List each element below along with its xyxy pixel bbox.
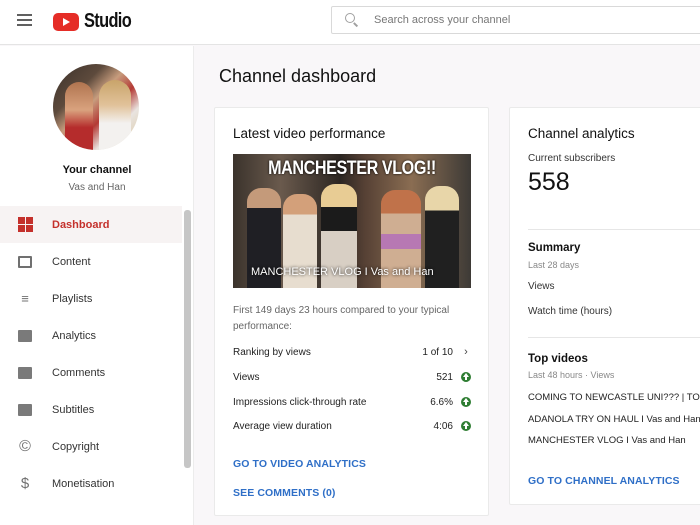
sidebar-scrollbar[interactable] bbox=[184, 210, 191, 468]
video-thumbnail[interactable]: MANCHESTER VLOG!! MANCHESTER VLOG I Vas … bbox=[233, 154, 471, 288]
sidebar-item-monetisation[interactable]: $ Monetisation bbox=[0, 465, 182, 502]
sidebar-item-playlists[interactable]: ≡ Playlists bbox=[0, 280, 182, 317]
dollar-icon: $ bbox=[20, 475, 30, 492]
sidebar-item-label: Playlists bbox=[52, 292, 93, 305]
thumbnail-overlay-text: MANCHESTER VLOG!! bbox=[268, 158, 436, 179]
arrow-up-icon bbox=[461, 397, 471, 407]
top-videos-period: Last 48 hours · Views bbox=[528, 370, 615, 380]
metric-avg-duration: Average view duration 4:06 bbox=[233, 417, 471, 435]
divider bbox=[528, 229, 700, 230]
metric-value: 1 of 10 bbox=[422, 346, 453, 358]
playlists-icon: ≡ bbox=[21, 291, 29, 306]
subscribers-count: 558 bbox=[528, 168, 570, 196]
comments-icon bbox=[17, 365, 33, 381]
your-channel-label: Your channel bbox=[62, 164, 132, 176]
metric-label: Average view duration bbox=[233, 420, 332, 432]
arrow-up-icon bbox=[461, 421, 471, 431]
copyright-icon: © bbox=[19, 437, 31, 455]
sidebar: Your channel Vas and Han Dashboard Conte… bbox=[0, 46, 194, 525]
latest-video-card: Latest video performance MANCHESTER VLOG… bbox=[214, 107, 489, 516]
go-to-channel-analytics-link[interactable]: GO TO CHANNEL ANALYTICS bbox=[528, 475, 680, 487]
subscribers-label: Current subscribers bbox=[528, 153, 616, 164]
search-icon bbox=[345, 13, 359, 27]
arrow-up-icon bbox=[461, 372, 471, 382]
sidebar-item-label: Dashboard bbox=[52, 218, 110, 231]
subtitles-icon bbox=[17, 402, 33, 418]
search-box[interactable] bbox=[331, 6, 700, 34]
comparison-note: First 149 days 23 hours compared to your… bbox=[233, 305, 450, 332]
metric-value: 4:06 bbox=[433, 420, 453, 432]
top-bar: Studio bbox=[0, 0, 700, 45]
channel-avatar[interactable] bbox=[53, 64, 139, 150]
metric-label: Ranking by views bbox=[233, 346, 311, 358]
metric-ranking[interactable]: Ranking by views 1 of 10 › bbox=[233, 343, 471, 361]
summary-period: Last 28 days bbox=[528, 260, 580, 270]
metric-ctr: Impressions click-through rate 6.6% bbox=[233, 393, 471, 411]
top-video-item[interactable]: ADANOLA TRY ON HAUL I Vas and Han bbox=[528, 414, 700, 425]
analytics-icon bbox=[17, 328, 33, 344]
sidebar-nav: Dashboard Content ≡ Playlists Analytics … bbox=[0, 206, 182, 502]
sidebar-item-label: Subtitles bbox=[52, 403, 95, 416]
sidebar-item-label: Copyright bbox=[52, 440, 100, 453]
page-title: Channel dashboard bbox=[219, 66, 377, 86]
divider bbox=[528, 337, 700, 338]
summary-title: Summary bbox=[528, 242, 581, 254]
sidebar-item-label: Comments bbox=[52, 366, 106, 379]
sidebar-item-comments[interactable]: Comments bbox=[0, 354, 182, 391]
summary-row: Watch time (hours) bbox=[528, 306, 613, 317]
sidebar-item-subtitles[interactable]: Subtitles bbox=[0, 391, 182, 428]
hamburger-menu-icon[interactable] bbox=[17, 14, 32, 26]
sidebar-item-label: Analytics bbox=[52, 329, 97, 342]
metric-label: Impressions click-through rate bbox=[233, 396, 367, 408]
sidebar-item-label: Monetisation bbox=[52, 477, 115, 490]
card-title: Latest video performance bbox=[233, 126, 386, 141]
content-icon bbox=[17, 254, 33, 270]
sidebar-item-copyright[interactable]: © Copyright bbox=[0, 428, 182, 465]
dashboard-icon bbox=[17, 217, 33, 233]
sidebar-item-content[interactable]: Content bbox=[0, 243, 182, 280]
sidebar-item-analytics[interactable]: Analytics bbox=[0, 317, 182, 354]
channel-analytics-card: Channel analytics Current subscribers 55… bbox=[509, 107, 700, 505]
summary-row: Views bbox=[528, 281, 555, 292]
go-to-video-analytics-link[interactable]: GO TO VIDEO ANALYTICS bbox=[233, 458, 366, 470]
metric-value: 521 bbox=[436, 371, 453, 383]
metric-value: 6.6% bbox=[430, 396, 453, 408]
logo-text: Studio bbox=[84, 10, 132, 32]
video-title: MANCHESTER VLOG I Vas and Han bbox=[251, 266, 434, 278]
top-videos-title: Top videos bbox=[528, 353, 588, 365]
sidebar-item-dashboard[interactable]: Dashboard bbox=[0, 206, 182, 243]
search-input[interactable] bbox=[374, 14, 674, 26]
metric-label: Views bbox=[233, 371, 260, 383]
see-comments-link[interactable]: SEE COMMENTS (0) bbox=[233, 487, 336, 499]
channel-name: Vas and Han bbox=[68, 182, 126, 193]
studio-logo[interactable]: Studio bbox=[53, 10, 141, 33]
metric-views: Views 521 bbox=[233, 368, 471, 386]
top-video-item[interactable]: MANCHESTER VLOG I Vas and Han bbox=[528, 435, 686, 446]
sidebar-item-label: Content bbox=[52, 255, 91, 268]
youtube-play-icon bbox=[53, 12, 79, 31]
top-video-item[interactable]: COMING TO NEWCASTLE UNI??? | TOP bbox=[528, 392, 700, 403]
chevron-right-icon[interactable]: › bbox=[461, 346, 471, 358]
card-title: Channel analytics bbox=[528, 126, 635, 141]
